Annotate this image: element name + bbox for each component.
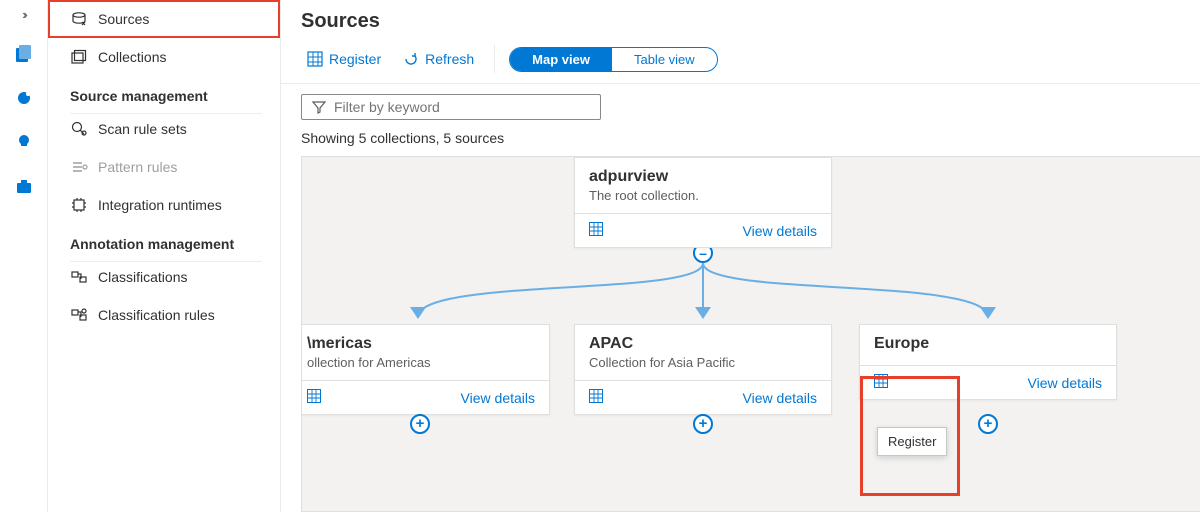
- refresh-button[interactable]: Refresh: [397, 47, 480, 71]
- left-icon-rail: ››: [0, 0, 48, 512]
- collections-icon: [70, 48, 88, 66]
- sources-icon: [70, 10, 88, 28]
- expand-node-button[interactable]: +: [410, 414, 430, 434]
- rail-management-icon[interactable]: [8, 170, 40, 202]
- sidebar-item-label: Sources: [98, 11, 149, 27]
- collection-card-apac[interactable]: APAC Collection for Asia Pacific View de…: [574, 324, 832, 415]
- scan-rule-sets-icon: [70, 120, 88, 138]
- collection-card-root[interactable]: adpurview The root collection. View deta…: [574, 157, 832, 248]
- sidebar-item-integration-runtimes[interactable]: Integration runtimes: [48, 186, 280, 224]
- refresh-button-label: Refresh: [425, 51, 474, 67]
- classification-rules-icon: [70, 306, 88, 324]
- collection-description: ollection for Americas: [307, 355, 535, 370]
- register-tooltip: Register: [877, 427, 947, 456]
- pattern-rules-icon: [70, 158, 88, 176]
- sidebar-item-label: Integration runtimes: [98, 197, 222, 213]
- collection-card-americas[interactable]: \mericas ollection for Americas View det…: [301, 324, 550, 415]
- sidebar-item-pattern-rules[interactable]: Pattern rules: [48, 148, 280, 186]
- sidebar-item-label: Classification rules: [98, 307, 215, 323]
- sidebar-item-sources[interactable]: Sources: [48, 0, 280, 38]
- rail-governance-icon[interactable]: [8, 82, 40, 114]
- view-toggle: Map view Table view: [509, 47, 718, 72]
- collection-name: Europe: [874, 335, 1102, 353]
- toolbar-divider: [494, 45, 495, 73]
- collection-description: The root collection.: [589, 188, 817, 203]
- filter-icon: [312, 100, 326, 114]
- sidebar-item-label: Scan rule sets: [98, 121, 187, 137]
- collection-register-icon[interactable]: [589, 389, 603, 406]
- sidebar-item-label: Pattern rules: [98, 159, 177, 175]
- collection-name: adpurview: [589, 168, 817, 186]
- status-line: Showing 5 collections, 5 sources: [281, 120, 1200, 150]
- view-details-link[interactable]: View details: [1028, 375, 1102, 391]
- classifications-icon: [70, 268, 88, 286]
- page-title: Sources: [301, 10, 1180, 33]
- table-view-tab[interactable]: Table view: [612, 48, 717, 71]
- filter-box[interactable]: [301, 94, 601, 120]
- expand-node-button[interactable]: +: [693, 414, 713, 434]
- filter-row: [281, 84, 1200, 120]
- sidebar-section-source-management: Source management: [48, 76, 280, 110]
- sidebar-item-classifications[interactable]: Classifications: [48, 258, 280, 296]
- map-canvas[interactable]: – adpurview The root collection. View de…: [301, 156, 1200, 512]
- register-button[interactable]: Register: [301, 47, 387, 71]
- sidebar-item-label: Collections: [98, 49, 166, 65]
- collection-name: APAC: [589, 335, 817, 353]
- main-content: Sources Register Refresh Map view Table …: [281, 0, 1200, 512]
- sidebar-item-collections[interactable]: Collections: [48, 38, 280, 76]
- sidebar: Sources Collections Source management Sc…: [48, 0, 281, 512]
- rail-data-map-icon[interactable]: [8, 38, 40, 70]
- titlebar: Sources: [281, 0, 1200, 41]
- view-details-link[interactable]: View details: [743, 223, 817, 239]
- sidebar-item-scan-rule-sets[interactable]: Scan rule sets: [48, 110, 280, 148]
- collection-register-icon[interactable]: [307, 389, 321, 406]
- view-details-link[interactable]: View details: [461, 390, 535, 406]
- view-details-link[interactable]: View details: [743, 390, 817, 406]
- register-button-label: Register: [329, 51, 381, 67]
- integration-runtimes-icon: [70, 196, 88, 214]
- toolbar: Register Refresh Map view Table view: [281, 41, 1200, 84]
- register-grid-icon: [307, 51, 323, 67]
- sidebar-item-label: Classifications: [98, 269, 187, 285]
- collection-description: Collection for Asia Pacific: [589, 355, 817, 370]
- expand-rail-icon[interactable]: ››: [22, 6, 25, 24]
- collection-name: \mericas: [307, 335, 535, 353]
- rail-insights-icon[interactable]: [8, 126, 40, 158]
- refresh-icon: [403, 51, 419, 67]
- filter-input[interactable]: [334, 99, 590, 115]
- map-view-tab[interactable]: Map view: [510, 48, 612, 71]
- sidebar-section-annotation-management: Annotation management: [48, 224, 280, 258]
- expand-node-button[interactable]: +: [978, 414, 998, 434]
- collection-register-icon[interactable]: [589, 222, 603, 239]
- sidebar-item-classification-rules[interactable]: Classification rules: [48, 296, 280, 334]
